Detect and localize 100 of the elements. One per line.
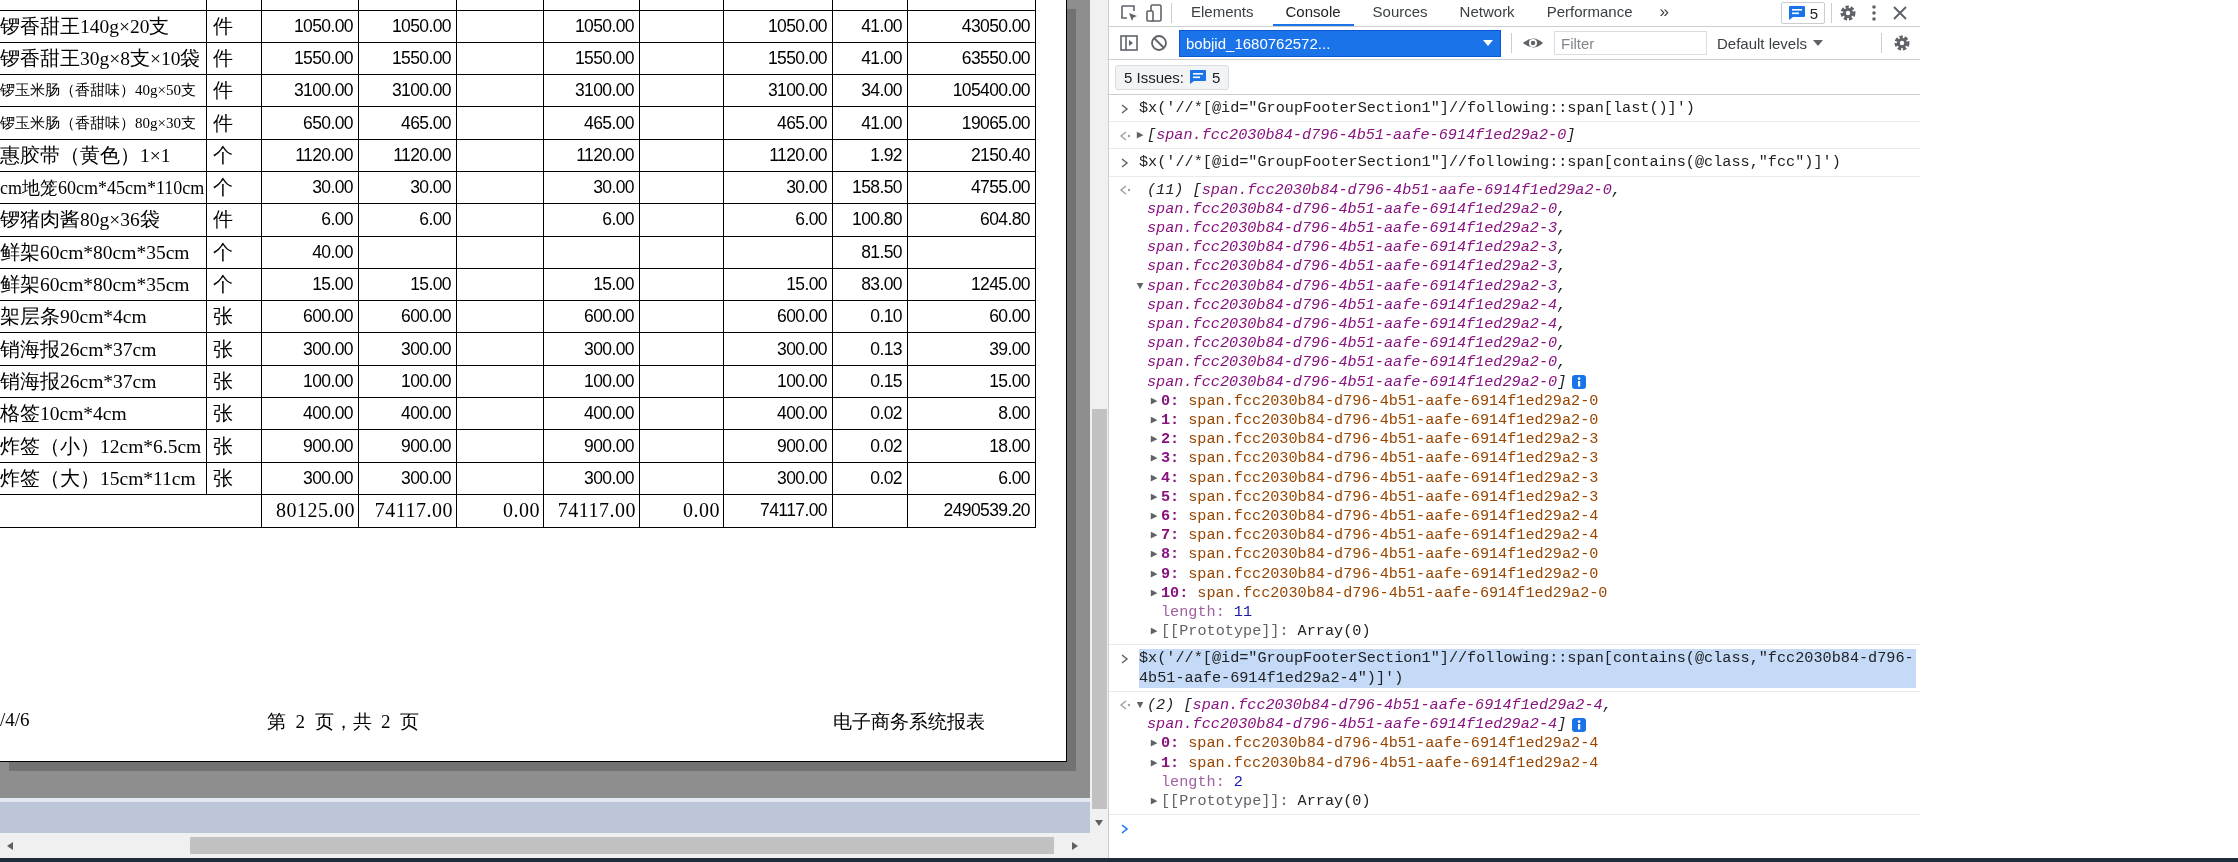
table-cell: 张	[207, 462, 262, 495]
expand-toggle[interactable]: ▶	[1147, 564, 1161, 584]
horizontal-scrollbar[interactable]	[0, 833, 1090, 858]
result-preview: (2) [span.fcc2030b84-d796-4b51-aafe-6914f1ed29a2-4,	[1147, 695, 1612, 716]
device-icon[interactable]	[1145, 3, 1165, 23]
table-cell: 3100.00	[262, 75, 359, 108]
expand-toggle[interactable]: ▶	[1147, 526, 1161, 546]
table-cell: 600.00	[359, 301, 457, 334]
devtools-tab[interactable]: Elements	[1178, 0, 1267, 26]
expand-toggle[interactable]: ▶	[1147, 545, 1161, 565]
table-cell: 3100.00	[724, 75, 833, 108]
command-text: $x('//*[@id="GroupFooterSection1"]//following::span[last()]')	[1139, 99, 1696, 119]
expand-toggle[interactable]: ▶	[1147, 430, 1161, 450]
property-key: 5:	[1161, 487, 1180, 508]
property-value: Array(0)	[1297, 622, 1371, 642]
return-icon	[1119, 184, 1131, 197]
context-label: bobjid_1680762572...	[1186, 34, 1331, 52]
caret-icon	[1812, 38, 1825, 48]
table-cell: 40.00	[262, 236, 359, 269]
property-key: 8:	[1161, 545, 1180, 565]
expand-toggle[interactable]: ▶	[1147, 391, 1161, 412]
scroll-right-icon[interactable]	[1071, 840, 1079, 851]
info-icon[interactable]	[1571, 374, 1588, 391]
property-value: span.fcc2030b84-d796-4b51-aafe-6914f1ed29a2-4	[1188, 753, 1599, 773]
expand-toggle[interactable]: ▶	[1147, 507, 1161, 527]
expand-toggle[interactable]: ▶	[1147, 411, 1161, 431]
table-cell: 6.00	[359, 204, 457, 237]
clear-icon[interactable]	[1149, 33, 1169, 53]
print-date: /4/6	[0, 709, 31, 732]
vertical-scrollbar[interactable]	[1090, 0, 1108, 833]
table-cell: 1120.00	[359, 139, 457, 172]
table-cell: 3100.00	[359, 75, 457, 108]
table-cell: 1550.00	[262, 42, 359, 76]
expand-toggle[interactable]: ▶	[1147, 791, 1161, 812]
filter-field[interactable]: Filter	[1554, 31, 1707, 55]
info-icon[interactable]	[1571, 716, 1588, 733]
expand-toggle[interactable]: ▼	[1133, 276, 1147, 296]
inspect-icon[interactable]	[1119, 3, 1139, 23]
property-value: span.fcc2030b84-d796-4b51-aafe-6914f1ed29a2-3	[1188, 449, 1599, 469]
scroll-down-icon[interactable]	[1094, 819, 1104, 827]
issue-count: 5	[1212, 68, 1221, 86]
expand-toggle[interactable]: ▶	[1147, 449, 1161, 469]
return-icon	[1119, 699, 1131, 712]
devtools-tab[interactable]: Performance	[1533, 0, 1646, 26]
devtools-tab[interactable]: Network	[1446, 0, 1528, 26]
table-cell: 400.00	[544, 398, 640, 431]
chevron-icon	[1119, 157, 1131, 170]
table-cell: 0.02	[833, 462, 908, 495]
table-cell: 1120.00	[544, 139, 640, 172]
table-cell: 34.00	[833, 75, 908, 108]
expand-toggle[interactable]: ▼	[1133, 695, 1147, 716]
expand-toggle[interactable]: ▶	[1147, 622, 1161, 642]
levels-dropdown[interactable]: Default levels	[1717, 34, 1825, 52]
table-cell: 1120.00	[262, 139, 359, 172]
settings-icon[interactable]	[1838, 3, 1858, 23]
chevron-icon	[1119, 653, 1131, 666]
table-cell: 炸签（小）12cm*6.5cm	[0, 430, 207, 463]
table-cell: 41.00	[833, 10, 908, 43]
scrollbar-thumb[interactable]	[190, 837, 1054, 854]
table-cell: 鲜架60cm*80cm*35cm	[0, 268, 207, 302]
table-cell: 15.00	[544, 268, 640, 302]
table-cell: 锣玉米肠（香甜味）80g×30支	[0, 107, 207, 140]
property-key: 4:	[1161, 468, 1180, 488]
table-cell: 销海报26cm*37cm	[0, 365, 207, 399]
table-cell: 15.00	[359, 268, 457, 302]
more-tabs-button[interactable]: »	[1651, 0, 1677, 26]
settings-icon[interactable]	[1892, 33, 1912, 53]
expand-toggle[interactable]: ▶	[1147, 468, 1161, 488]
table-cell: 件	[207, 204, 262, 237]
property-key: 6:	[1161, 507, 1180, 527]
expand-toggle[interactable]: ▶	[1147, 753, 1161, 773]
scrollbar-thumb[interactable]	[1091, 409, 1107, 809]
devtools-tab[interactable]: Sources	[1359, 0, 1441, 26]
sidebar-icon[interactable]	[1119, 33, 1139, 53]
table-cell: 100.80	[833, 204, 908, 237]
result-preview: span.fcc2030b84-d796-4b51-aafe-6914f1ed29a2-0,	[1147, 334, 1567, 354]
property-value: 11	[1233, 603, 1253, 623]
table-cell: 件	[207, 75, 262, 108]
table-cell: 300.00	[359, 333, 457, 366]
expand-toggle[interactable]: ▶	[1147, 583, 1161, 604]
expand-toggle[interactable]: ▶	[1147, 487, 1161, 508]
property-value: span.fcc2030b84-d796-4b51-aafe-6914f1ed29a2-0	[1188, 411, 1599, 431]
table-cell: 锣香甜王140g×20支	[0, 10, 207, 43]
issues-button[interactable]: 5 Issues: 5	[1115, 64, 1230, 90]
table-cell: 900.00	[359, 430, 457, 463]
context-dropdown[interactable]: bobjid_1680762572...	[1179, 29, 1501, 57]
table-cell: 0.02	[833, 430, 908, 463]
table-cell: 锣猪肉酱80g×36袋	[0, 204, 207, 237]
expand-toggle[interactable]: ▶	[1133, 126, 1147, 146]
table-cell: 30.00	[544, 172, 640, 205]
expand-toggle[interactable]: ▶	[1147, 734, 1161, 754]
caret-icon	[1482, 38, 1494, 48]
scroll-left-icon[interactable]	[6, 840, 14, 851]
table-cell: 100.00	[359, 365, 457, 399]
table-cell: 格签10cm*4cm	[0, 398, 207, 431]
table-cell: 465.00	[359, 107, 457, 140]
table-cell: cm地笼60cm*45cm*110cm	[0, 172, 207, 205]
table-cell: 1050.00	[359, 10, 457, 43]
issues-badge[interactable]: 5	[1780, 2, 1825, 24]
table-cell: 个	[207, 268, 262, 302]
